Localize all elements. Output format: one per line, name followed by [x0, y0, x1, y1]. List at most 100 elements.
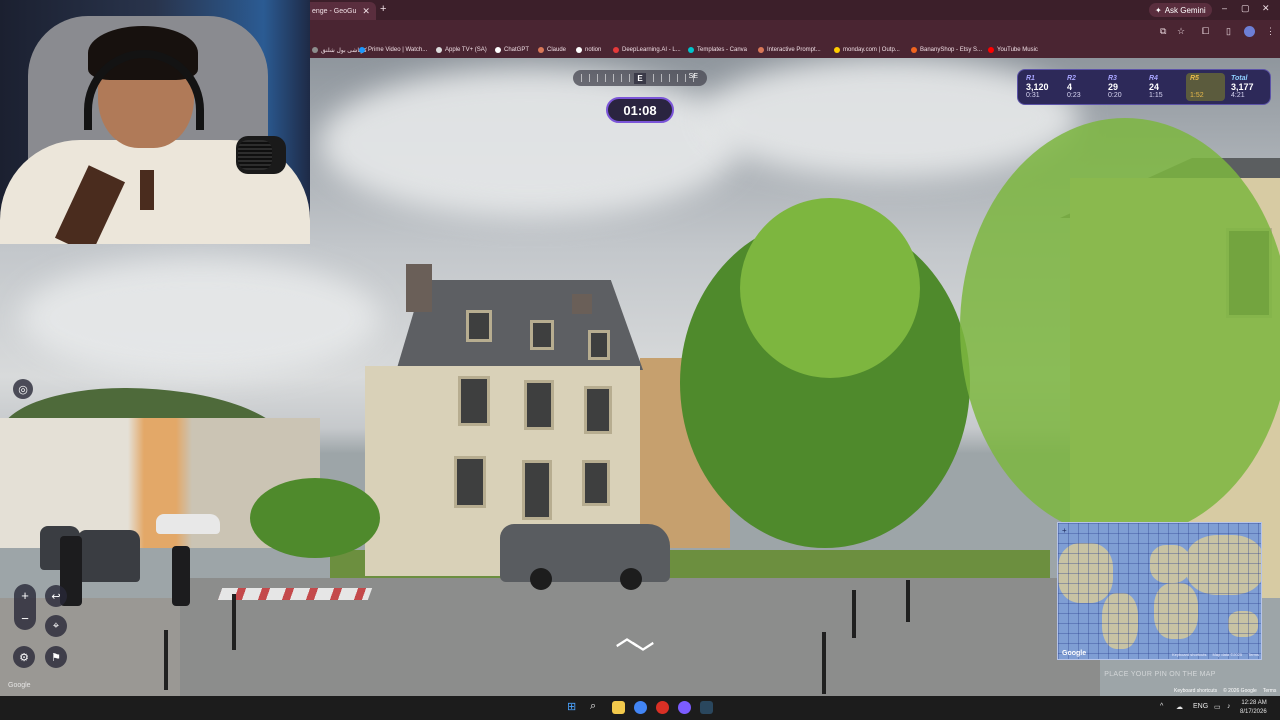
- bookmark-label: Prime Video | Watch...: [368, 47, 428, 53]
- bookmark-item[interactable]: Claude: [538, 44, 566, 56]
- door: [522, 460, 552, 520]
- bookmark-label: notion: [585, 47, 602, 53]
- undo-button[interactable]: ↩: [45, 585, 67, 607]
- pedestrian: [172, 546, 190, 606]
- zoom-in-button[interactable]: +: [21, 588, 29, 603]
- app-icon[interactable]: [656, 701, 669, 714]
- round-points: [1190, 82, 1225, 92]
- bookmark-item[interactable]: DeepLearning.AI - L...: [613, 44, 681, 56]
- shirt-placket: [140, 170, 154, 210]
- close-window-button[interactable]: ✕: [1262, 3, 1270, 14]
- tab-geoguessr[interactable]: enge - GeoGu ✕: [300, 2, 376, 20]
- map-google-logo: Google: [1062, 650, 1087, 657]
- tree-canopy: [740, 198, 920, 378]
- language-indicator[interactable]: ENG: [1193, 703, 1208, 710]
- bollard: [164, 630, 168, 690]
- bookmark-item[interactable]: Apple TV+ (SA): [436, 44, 487, 56]
- white-car: [156, 514, 220, 534]
- bookmark-icon: [359, 47, 365, 53]
- bookmark-item[interactable]: BananyShop - Etsy S...: [911, 44, 982, 56]
- streetview-credit[interactable]: Terms: [1263, 688, 1277, 694]
- bookmark-item[interactable]: Interactive Prompt...: [758, 44, 821, 56]
- round-timer: 01:08: [606, 97, 674, 123]
- round-points: 4: [1067, 82, 1073, 92]
- parked-car: [78, 530, 140, 582]
- profile-avatar[interactable]: [1244, 26, 1255, 37]
- star-icon[interactable]: ☆: [1177, 26, 1185, 37]
- cast-icon[interactable]: ⧉: [1160, 26, 1166, 37]
- cloud: [20, 258, 380, 378]
- bookmark-item[interactable]: monday.com | Outp...: [834, 44, 900, 56]
- bookmark-label: ChatGPT: [504, 47, 530, 53]
- bookmark-label: Interactive Prompt...: [767, 47, 821, 53]
- window: [584, 386, 612, 434]
- sidebar-icon[interactable]: ▯: [1226, 26, 1231, 37]
- map-zoom-icon[interactable]: +: [1062, 526, 1067, 535]
- zoom-control: + −: [14, 584, 36, 630]
- compass: E SE: [573, 70, 707, 86]
- tray-chevron-icon[interactable]: ^: [1160, 703, 1163, 710]
- system-clock[interactable]: 12:28 AM 8/17/2026: [1240, 699, 1267, 717]
- extensions-icon[interactable]: ⧠: [1202, 26, 1209, 37]
- round-time: 0:31: [1026, 92, 1040, 99]
- round-time: 0:23: [1067, 92, 1081, 99]
- ask-gemini-button[interactable]: ✦ Ask Gemini: [1149, 3, 1212, 17]
- round-time: 1:52: [1190, 92, 1204, 99]
- bookmark-item[interactable]: Templates - Canva: [688, 44, 747, 56]
- bookmark-icon: [758, 47, 764, 53]
- chrome-icon[interactable]: [634, 701, 647, 714]
- crosswalk: [217, 588, 373, 600]
- bookmark-icon: [495, 47, 501, 53]
- round-time: 0:20: [1108, 92, 1122, 99]
- tab-close-icon[interactable]: ✕: [362, 6, 370, 17]
- discord-icon[interactable]: [678, 701, 691, 714]
- bookmark-label: Claude: [547, 47, 567, 53]
- tab-title: enge - GeoGu: [312, 7, 357, 15]
- total-label: Total: [1231, 75, 1248, 82]
- round-points: 3,120: [1026, 82, 1049, 92]
- map-credit[interactable]: Terms: [1248, 652, 1259, 657]
- scoreboard: R1 3,120 0:31 R2 4 0:23 R3 29 0:20 R4 24…: [1017, 69, 1271, 105]
- bookmark-item[interactable]: YouTube Music: [988, 44, 1038, 56]
- minimize-button[interactable]: –: [1222, 3, 1227, 13]
- bookmark-item[interactable]: Prime Video | Watch...: [359, 44, 427, 56]
- round-3-score: R3 29 0:20: [1104, 73, 1143, 101]
- dormer-window: [530, 320, 554, 350]
- microphone-grill: [238, 140, 272, 170]
- map-credit[interactable]: Keyboard shortcuts: [1172, 652, 1206, 657]
- guess-minimap[interactable]: + Google Keyboard shortcuts Map data ©20…: [1057, 522, 1262, 660]
- new-tab-button[interactable]: +: [380, 3, 386, 15]
- windows-start-icon[interactable]: ⊞: [567, 700, 576, 713]
- round-time: 1:15: [1149, 92, 1163, 99]
- place-pin-hint: PLACE YOUR PIN ON THE MAP: [1104, 671, 1216, 678]
- bookmark-icon: [613, 47, 619, 53]
- zoom-out-button[interactable]: −: [21, 611, 29, 626]
- flag-icon[interactable]: ⚑: [45, 646, 67, 668]
- network-icon[interactable]: ▭: [1214, 703, 1221, 711]
- dormer-window: [588, 330, 610, 360]
- maximize-button[interactable]: ▢: [1241, 3, 1250, 14]
- round-label: R2: [1067, 75, 1076, 82]
- menu-icon[interactable]: ⋮: [1266, 26, 1275, 37]
- bookmark-icon: [312, 47, 318, 53]
- file-explorer-icon[interactable]: [612, 701, 625, 714]
- streetview-credit[interactable]: Keyboard shortcuts: [1174, 688, 1217, 694]
- search-icon[interactable]: ⌕: [590, 700, 596, 713]
- bookmark-icon: [911, 47, 917, 53]
- map-credit: Map data ©2025: [1212, 652, 1243, 657]
- steam-icon[interactable]: [700, 701, 713, 714]
- gear-icon[interactable]: ⚙: [13, 646, 35, 668]
- bollard: [906, 580, 910, 622]
- bollard: [852, 590, 856, 638]
- bookmark-item[interactable]: notion: [576, 44, 601, 56]
- cloud-icon[interactable]: ☁: [1176, 703, 1183, 711]
- pin-icon[interactable]: ⌖: [45, 615, 67, 637]
- volume-icon[interactable]: ♪: [1227, 703, 1231, 710]
- clock-date: 8/17/2026: [1240, 709, 1267, 715]
- bookmark-item[interactable]: ChatGPT: [495, 44, 529, 56]
- move-back-arrow[interactable]: ﹀: [632, 636, 654, 668]
- location-icon[interactable]: ◎: [13, 379, 33, 399]
- bookmark-icon: [576, 47, 582, 53]
- round-label: R1: [1026, 75, 1035, 82]
- map-overlay-grid: [1058, 523, 1261, 659]
